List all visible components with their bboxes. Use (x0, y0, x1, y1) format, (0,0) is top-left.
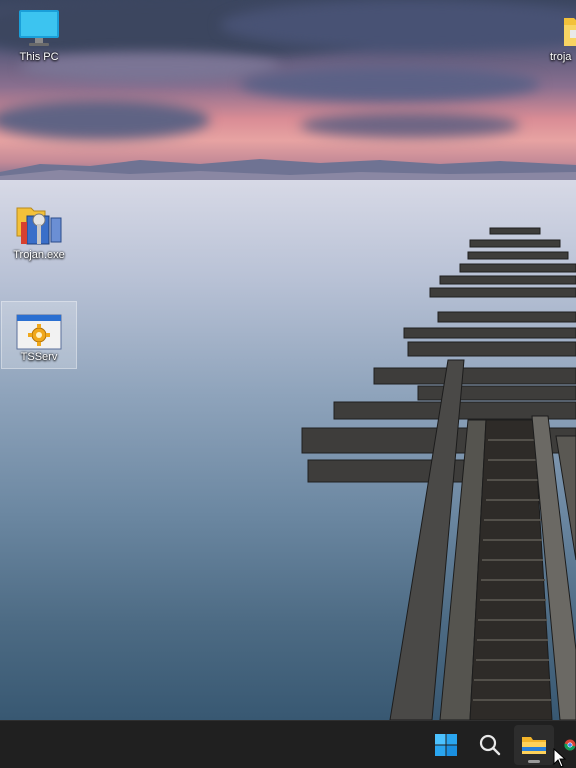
gear-window-icon (16, 314, 62, 350)
folder-icon (564, 18, 576, 46)
desktop-icon-label: troja (550, 51, 572, 63)
desktop-icon-label: Trojan.exe (13, 249, 65, 261)
desktop-icon-this-pc[interactable]: This PC (1, 8, 77, 76)
desktop-icon-tsserv[interactable]: TSServ (1, 301, 77, 369)
desktop-icon-trojan-folder[interactable]: troja (546, 8, 576, 76)
desktop-icon-label: This PC (19, 51, 59, 63)
taskbar (0, 720, 576, 768)
windows-start-icon (435, 734, 457, 756)
control-panel-folder-icon (16, 207, 62, 245)
active-indicator (528, 760, 540, 763)
desktop-icon-trojan-exe[interactable]: Trojan.exe (1, 202, 77, 270)
mouse-cursor-icon (553, 748, 567, 768)
file-explorer-icon (522, 737, 546, 754)
desktop-wallpaper (0, 0, 576, 720)
wooden-pier (301, 227, 576, 720)
search-button[interactable] (470, 725, 510, 765)
file-explorer-button[interactable] (514, 725, 554, 765)
monitor-icon (19, 10, 59, 46)
start-button[interactable] (426, 725, 466, 765)
desktop-icon-label: TSServ (20, 351, 58, 363)
search-icon (479, 734, 501, 756)
